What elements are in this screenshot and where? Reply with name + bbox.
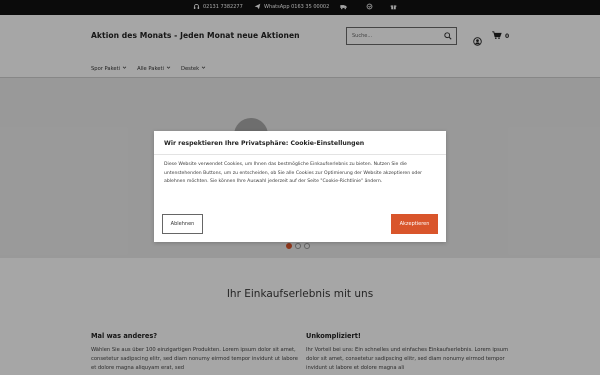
cookie-modal: Wir respektieren Ihre Privatsphäre: Cook… (154, 131, 446, 242)
decline-button[interactable]: Ablehnen (162, 214, 203, 234)
cookie-modal-title: Wir respektieren Ihre Privatsphäre: Cook… (164, 140, 365, 147)
accept-button[interactable]: Akzeptieren (391, 214, 438, 234)
cookie-modal-divider (154, 154, 446, 155)
cookie-modal-text: Diese Website verwendet Cookies, um Ihne… (164, 162, 423, 184)
